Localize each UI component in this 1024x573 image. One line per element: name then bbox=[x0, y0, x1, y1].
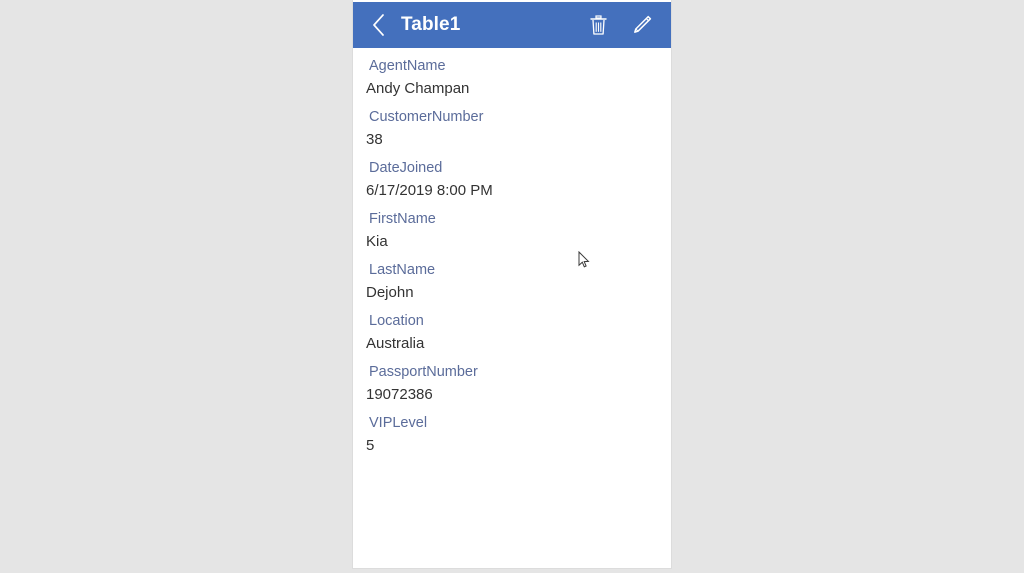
field-label: AgentName bbox=[369, 58, 446, 74]
field-value: Australia bbox=[366, 335, 425, 352]
field-card-viplevel[interactable]: VIPLevel 5 bbox=[353, 413, 671, 464]
field-label: CustomerNumber bbox=[369, 109, 484, 125]
field-label: LastName bbox=[369, 262, 436, 278]
field-label: PassportNumber bbox=[369, 364, 478, 380]
field-label: Location bbox=[369, 313, 424, 329]
pencil-icon bbox=[634, 15, 652, 33]
field-label: VIPLevel bbox=[369, 415, 428, 431]
field-label: DateJoined bbox=[369, 160, 443, 176]
title-bar: Table1 bbox=[353, 2, 671, 48]
field-value: Dejohn bbox=[366, 284, 414, 301]
field-value: 5 bbox=[366, 437, 375, 454]
field-value: 19072386 bbox=[366, 386, 433, 403]
field-value: 38 bbox=[366, 131, 383, 148]
field-label: FirstName bbox=[369, 211, 436, 227]
edit-button[interactable] bbox=[625, 7, 659, 43]
field-value: Kia bbox=[366, 233, 388, 250]
field-value: Andy Champan bbox=[366, 80, 470, 97]
trash-icon bbox=[589, 15, 607, 35]
field-card-passportnumber[interactable]: PassportNumber 19072386 bbox=[353, 362, 671, 413]
field-card-customernumber[interactable]: CustomerNumber 38 bbox=[353, 107, 671, 158]
detail-form: AgentName Andy Champan CustomerNumber 38… bbox=[353, 48, 671, 568]
app-canvas: Table1 AgentName Andy Champan CustomerNu… bbox=[352, 0, 672, 569]
delete-button[interactable] bbox=[581, 7, 615, 43]
page-title: Table1 bbox=[401, 14, 461, 35]
back-button[interactable] bbox=[363, 8, 393, 42]
field-card-datejoined[interactable]: DateJoined 6/17/2019 8:00 PM bbox=[353, 158, 671, 209]
field-card-agentname[interactable]: AgentName Andy Champan bbox=[353, 56, 671, 107]
chevron-left-icon bbox=[372, 14, 384, 36]
field-value: 6/17/2019 8:00 PM bbox=[366, 182, 493, 199]
field-card-location[interactable]: Location Australia bbox=[353, 311, 671, 362]
field-card-firstname[interactable]: FirstName Kia bbox=[353, 209, 671, 260]
field-card-lastname[interactable]: LastName Dejohn bbox=[353, 260, 671, 311]
